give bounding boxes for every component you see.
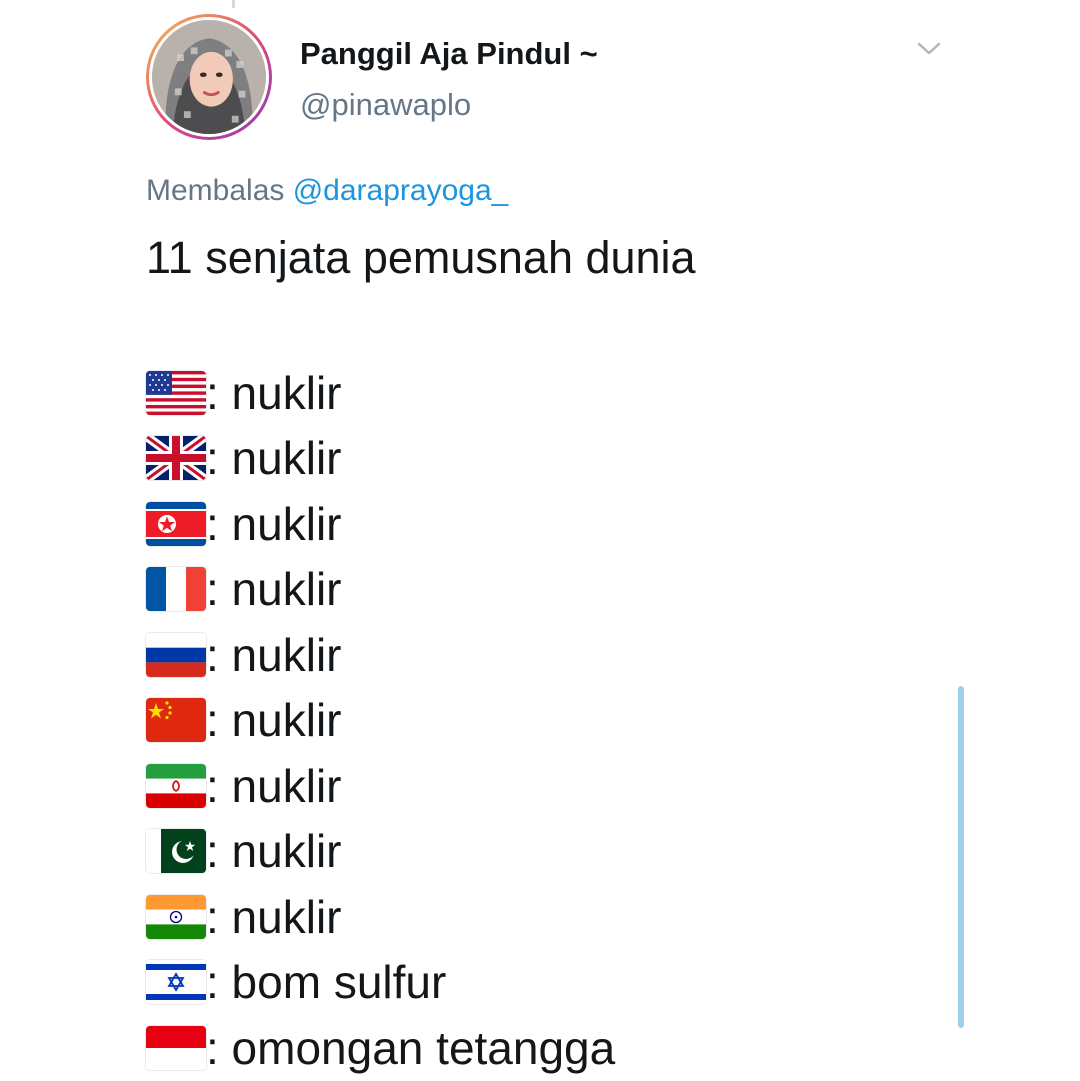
flag-row-text: : nuklir [206,432,342,485]
flag-india-icon [146,894,206,939]
avatar[interactable] [146,14,272,140]
list-item: : nuklir [146,819,615,885]
flag-pakistan-icon [146,829,206,874]
flag-row-text: : nuklir [206,759,342,812]
flag-row-text: : nuklir [206,563,342,616]
flag-row-text: : nuklir [206,497,342,550]
flag-north-korea-icon [146,501,206,546]
user-handle[interactable]: @pinawaplo [300,87,471,123]
flag-row-text: : nuklir [206,890,342,943]
flag-row-text: : nuklir [206,366,342,419]
flag-row-text: : nuklir [206,694,342,747]
flag-israel-icon [146,960,206,1005]
scrollbar[interactable] [958,686,964,1028]
flag-row-text: : bom sulfur [206,956,447,1009]
flag-iran-icon [146,763,206,808]
flag-usa-icon [146,370,206,415]
flag-row-text: : nuklir [206,825,342,878]
list-item: : nuklir [146,622,615,688]
flag-list: : nuklir : nuklir : nuklir: nuklir: nu… [146,360,615,1081]
list-item: : omongan tetangga [146,1015,615,1081]
list-item: : nuklir [146,491,615,557]
display-name[interactable]: Panggil Aja Pindul ~ [300,36,598,72]
list-item: : nuklir [146,688,615,754]
flag-row-text: : nuklir [206,628,342,681]
thread-connector-line [232,0,235,8]
list-item: : nuklir [146,884,615,950]
list-item: : nuklir [146,360,615,426]
list-item: : bom sulfur [146,950,615,1016]
reply-prefix: Membalas [146,174,293,207]
reply-mention-link[interactable]: @daraprayoga_ [293,174,509,207]
list-item: : nuklir [146,753,615,819]
chevron-down-icon[interactable] [912,38,946,60]
avatar-image [149,17,269,137]
list-item: : nuklir [146,426,615,492]
flag-china-icon [146,698,206,743]
flag-russia-icon [146,632,206,677]
flag-indonesia-icon [146,1025,206,1070]
tweet-text: 11 senjata pemusnah dunia [146,232,696,283]
flag-france-icon [146,567,206,612]
reply-context: Membalas @daraprayoga_ [146,174,508,208]
flag-row-text: : omongan tetangga [206,1021,616,1074]
flag-uk-icon [146,436,206,481]
list-item: : nuklir [146,557,615,623]
